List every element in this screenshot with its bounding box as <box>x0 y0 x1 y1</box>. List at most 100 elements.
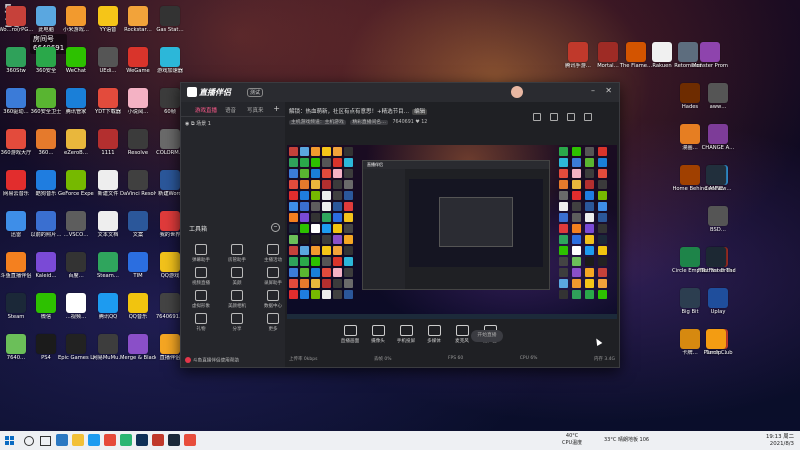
desktop-icon[interactable]: 百度… <box>58 252 94 279</box>
desktop-icon[interactable]: BSD… <box>700 206 736 233</box>
live-companion-window[interactable]: 直播伴侣 测试 – ✕ 游戏直播 语音 写真来 + ◉ ⧉ 场景 1 工具箱 −… <box>180 82 620 368</box>
weather[interactable]: 33°C 晴朗地板 106 <box>604 437 649 444</box>
toolbox-item[interactable]: 美颜 <box>223 267 251 286</box>
taskbar-app-icon[interactable] <box>56 434 68 446</box>
desktop-icon[interactable]: Hades <box>672 83 708 110</box>
app-icon <box>98 170 118 190</box>
preview-nested-window: 直播伴侣 <box>362 160 550 290</box>
app-icon <box>6 293 26 313</box>
add-scene-icon[interactable]: + <box>273 104 280 113</box>
lock-icon[interactable] <box>550 113 558 121</box>
desktop-icon[interactable]: DaVinci Resolve <box>120 170 156 197</box>
tab-game-live[interactable]: 游戏直播 <box>195 106 217 114</box>
desktop-icon[interactable]: Big Bit <box>672 288 708 315</box>
desktop-icon-label: WeGame <box>126 68 150 74</box>
source-control[interactable]: 手机投屏 <box>393 325 419 344</box>
desktop-icon[interactable]: Monster Prom <box>692 42 728 69</box>
toolbox-item[interactable]: 主播活动 <box>259 244 287 263</box>
desktop-icon[interactable]: 腾讯管家 <box>58 88 94 115</box>
app-icon <box>160 88 180 108</box>
desktop-icon[interactable]: 小说阅… <box>120 88 156 115</box>
app-titlebar[interactable]: 直播伴侣 测试 – ✕ <box>181 83 619 102</box>
app-icon <box>160 252 180 272</box>
app-icon <box>6 88 26 108</box>
toolbox-item[interactable]: 礼物 <box>187 313 215 332</box>
desktop-icon[interactable]: …VSCO… <box>58 211 94 238</box>
search-icon[interactable] <box>24 436 34 446</box>
announcement-edit[interactable]: 编辑 <box>412 109 428 115</box>
toolbox-item[interactable]: 数据中心 <box>259 290 287 309</box>
desktop-icon[interactable]: FTL Faster Than Light <box>698 247 734 274</box>
desktop-icon[interactable]: WeGame <box>120 47 156 74</box>
desktop-icon[interactable]: GeForce Experience <box>58 170 94 197</box>
user-avatar[interactable] <box>511 86 523 98</box>
taskbar-app-icon[interactable] <box>88 434 100 446</box>
desktop-icon[interactable]: ANNE <box>698 165 734 192</box>
taskbar-app-icon[interactable] <box>168 434 180 446</box>
toolbox-item[interactable]: 录屏助手 <box>259 267 287 286</box>
desktop-icon[interactable]: 游戏加速器 <box>152 47 188 74</box>
clock[interactable]: 19:13 周二 2021/8/3 <box>766 434 794 448</box>
toolbox-item[interactable]: 房管助手 <box>223 244 251 263</box>
source-control[interactable]: 多媒体 <box>421 325 447 344</box>
taskbar-app-icon[interactable] <box>120 434 132 446</box>
desktop-icon[interactable]: 小米游戏… <box>58 6 94 33</box>
category-chip[interactable]: 主机游戏频道：主机游戏 <box>289 120 346 125</box>
desktop-icon[interactable]: Turnip… <box>698 329 734 356</box>
toolbox-collapse-icon[interactable]: − <box>271 223 280 232</box>
taskbar-app-icon[interactable] <box>104 434 116 446</box>
desktop-icon[interactable]: eZeroB… <box>58 129 94 156</box>
stream-preview[interactable]: 直播伴侣 <box>287 145 617 319</box>
toolbox-item[interactable]: 虚拟形象 <box>187 290 215 309</box>
tab-voice[interactable]: 语音 <box>225 106 236 114</box>
scene-row[interactable]: ◉ ⧉ 场景 1 <box>185 120 211 127</box>
title-chip[interactable]: 精彩直播间名… <box>350 120 388 125</box>
desktop-icon-label: Rockstar… <box>124 27 152 33</box>
desktop-icon[interactable]: Gas Stat… <box>152 6 188 33</box>
desktop-icon[interactable]: Rockstar… <box>120 6 156 33</box>
fullscreen-icon[interactable] <box>567 113 575 121</box>
desktop-icon[interactable]: TIM <box>120 252 156 279</box>
taskbar-app-icon[interactable] <box>184 434 196 446</box>
preview-mini-icon <box>311 279 320 288</box>
desktop-icon-label: BSD… <box>710 227 726 233</box>
preview-mini-icon <box>585 224 594 233</box>
desktop-icon[interactable]: 漫画… <box>672 124 708 151</box>
desktop-icon[interactable]: QQ音乐 <box>120 293 156 320</box>
app-icon <box>98 6 118 26</box>
close-button[interactable]: ✕ <box>605 86 612 95</box>
taskbar-app-icon[interactable] <box>72 434 84 446</box>
tab-photo[interactable]: 写真来 <box>247 106 264 114</box>
layout-icon[interactable] <box>533 113 541 121</box>
desktop-icon[interactable]: 文案 <box>120 211 156 238</box>
source-control[interactable]: 摄像头 <box>365 325 391 344</box>
preview-mini-icon <box>585 235 594 244</box>
toolbox-item[interactable]: 视频直播 <box>187 267 215 286</box>
taskbar-app-icon[interactable] <box>136 434 148 446</box>
source-control[interactable]: 直播画面 <box>337 325 363 344</box>
desktop-icon[interactable]: Merge & Blade <box>120 334 156 361</box>
desktop-icon[interactable]: Epic Games Launcher <box>58 334 94 361</box>
desktop-icon-label: Monster Prom <box>692 63 728 69</box>
preview-mini-icon <box>572 180 581 189</box>
toolbox-item[interactable]: 弹幕助手 <box>187 244 215 263</box>
windows-start-icon[interactable] <box>5 436 15 446</box>
desktop-icon[interactable]: …视频… <box>58 293 94 320</box>
app-icon <box>6 170 26 190</box>
toolbox-item[interactable]: 美颜相机 <box>223 290 251 309</box>
start-stream-button[interactable]: 开始直播 <box>471 330 503 342</box>
preview-mini-icon <box>344 235 353 244</box>
toolbox-item[interactable]: 更多 <box>259 313 287 332</box>
help-link[interactable]: 斗鱼直播伴侣使用帮助 <box>185 357 239 364</box>
desktop-icon[interactable]: WeChat <box>58 47 94 74</box>
preview-mini-icon <box>300 180 309 189</box>
desktop-icon[interactable]: Resolve <box>120 129 156 156</box>
task-view-icon[interactable] <box>40 436 51 446</box>
preview-mini-icon <box>585 147 594 156</box>
preview-mini-icon <box>333 257 342 266</box>
minimize-button[interactable]: – <box>591 86 595 95</box>
preview-mini-icon <box>311 213 320 222</box>
taskbar-app-icon[interactable] <box>152 434 164 446</box>
more-icon[interactable] <box>584 113 592 121</box>
toolbox-item[interactable]: 分享 <box>223 313 251 332</box>
